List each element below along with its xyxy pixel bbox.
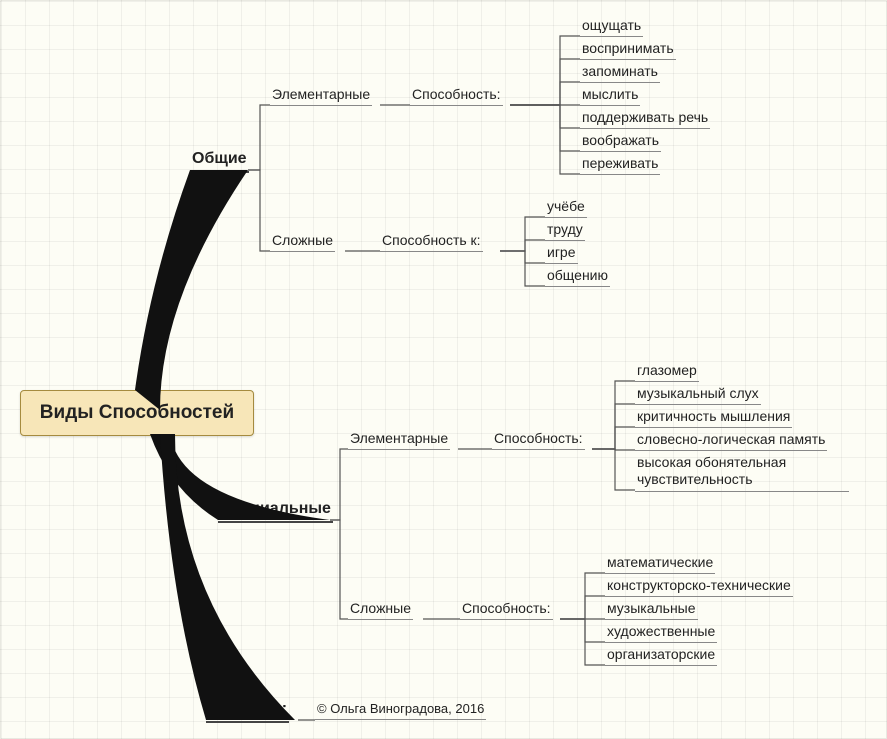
leaf-zapominat: запоминать	[580, 61, 660, 83]
node-obshie-elem-via: Способность:	[410, 84, 503, 106]
leaf-konstruktor-tech: конструкторско-технические	[605, 575, 793, 597]
leaf-kritichnost: критичность мышления	[635, 406, 792, 428]
leaf-trudu: труду	[545, 219, 585, 241]
node-spec-elementarnye: Элементарные	[348, 428, 450, 450]
root-label: Виды Способностей	[40, 402, 234, 424]
background-grid	[0, 0, 887, 739]
node-obshie-slozh-via: Способность к:	[380, 230, 483, 252]
branch-mindmap: Mind Map:	[206, 698, 289, 723]
leaf-igre: игре	[545, 242, 578, 264]
leaf-organizatorskie: организаторские	[605, 644, 717, 666]
leaf-uchebe: учёбе	[545, 196, 587, 218]
leaf-perezhivat: переживать	[580, 153, 660, 175]
node-obshie-slozhnye: Сложные	[270, 230, 335, 252]
leaf-hudozhestvennye: художественные	[605, 621, 717, 643]
leaf-muz-sluh: музыкальный слух	[635, 383, 761, 405]
node-spec-slozhnye: Сложные	[348, 598, 413, 620]
credit: © Ольга Виноградова, 2016	[315, 699, 486, 720]
leaf-slov-log-pamyat: словесно-логическая память	[635, 429, 827, 451]
node-spec-elem-via: Способность:	[492, 428, 585, 450]
leaf-oshushat: ощущать	[580, 15, 643, 37]
root-node: Виды Способностей	[20, 390, 254, 436]
leaf-myslit: мыслить	[580, 84, 640, 106]
leaf-glazomer: глазомер	[635, 360, 699, 382]
leaf-podderzhivat-rech: поддерживать речь	[580, 107, 710, 129]
leaf-muzykalnye: музыкальные	[605, 598, 698, 620]
node-obshie-elementarnye: Элементарные	[270, 84, 372, 106]
leaf-obsheniyu: общению	[545, 265, 610, 287]
node-spec-slozh-via: Способность:	[460, 598, 553, 620]
leaf-voobrazhat: воображать	[580, 130, 661, 152]
leaf-obonyat-chuvstvit: высокая обонятельная чувствительность	[635, 452, 849, 492]
leaf-vosprinimat: воспринимать	[580, 38, 676, 60]
leaf-matematicheskie: математические	[605, 552, 715, 574]
branch-obshie: Общие	[190, 148, 249, 173]
branch-spetsialnye: Специальные	[218, 498, 333, 523]
